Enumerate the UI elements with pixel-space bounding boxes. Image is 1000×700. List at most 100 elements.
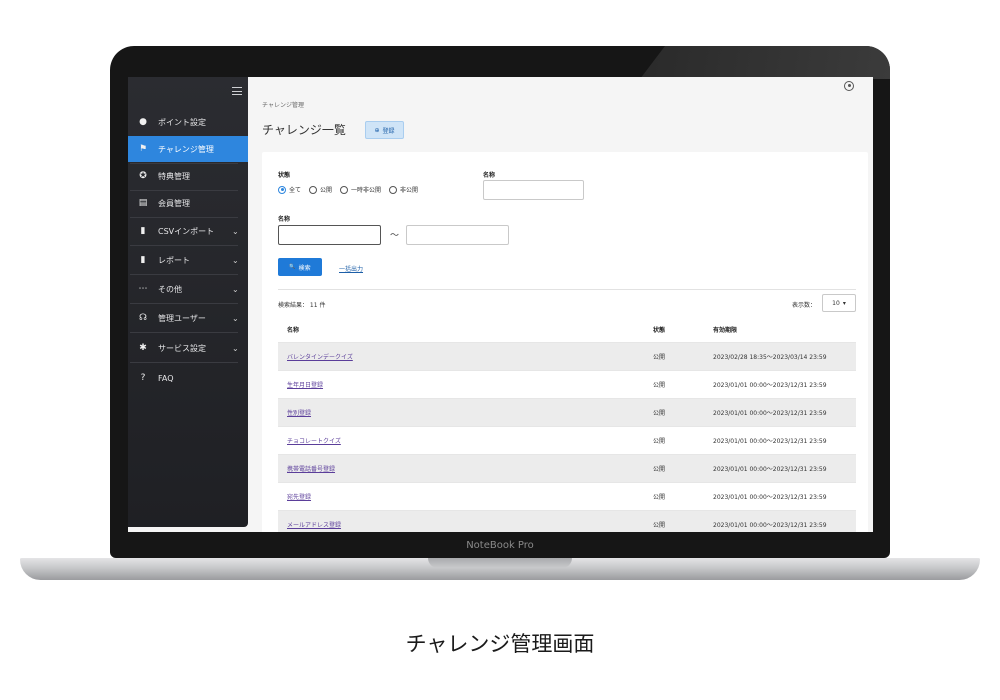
- sidebar-item[interactable]: ▤ 会員管理: [128, 190, 248, 216]
- table-row: 生年月日登録 公開 2023/01/01 00:00～2023/12/31 23:5…: [278, 370, 856, 398]
- hamburger-menu-icon[interactable]: [232, 87, 242, 95]
- challenge-name-link[interactable]: チョコレートクイズ: [278, 436, 653, 445]
- plus-circle-icon: ⊕: [374, 126, 380, 134]
- sidebar-item[interactable]: ✪ 特典管理: [128, 163, 248, 189]
- challenge-period: 2023/01/01 00:00～2023/12/31 23:59: [713, 494, 827, 501]
- page-title: チャレンジ一覧: [262, 123, 346, 137]
- name-filter-input-from[interactable]: [278, 225, 381, 245]
- sidebar-item[interactable]: ? FAQ: [128, 365, 248, 391]
- status-radio-option[interactable]: 非公開: [389, 185, 418, 194]
- search-icon: 🔍: [289, 264, 296, 270]
- name-filter-label: 名称: [278, 216, 291, 223]
- column-header-name: 名称: [287, 327, 300, 334]
- radio-option-label: 一時非公開: [351, 187, 382, 194]
- app-screen: ● ポイント設定 ⚑ チャレンジ管理 ✪ 特典管理 ▤ 会員管理 ▮ CSVインポート ⌄ ▮ レポート…: [128, 77, 873, 532]
- table-body: バレンタインデークイズ 公開 2023/02/28 18:35～2023/03/14…: [278, 342, 856, 532]
- sidebar-item-label: FAQ: [158, 373, 174, 383]
- piggy-bank-icon: ●: [139, 117, 147, 127]
- sidebar-item[interactable]: ▮ CSVインポート ⌄: [128, 218, 248, 244]
- sidebar-item-label: チャレンジ管理: [158, 144, 214, 154]
- chevron-down-icon: ⌄: [232, 284, 239, 294]
- table-row: 性別登録 公開 2023/01/01 00:00～2023/12/31 23:59: [278, 398, 856, 426]
- challenge-name-link[interactable]: 携帯電話番号登録: [278, 464, 653, 473]
- challenge-name-link[interactable]: 生年月日登録: [278, 380, 653, 389]
- challenge-period: 2023/01/01 00:00～2023/12/31 23:59: [713, 438, 827, 445]
- register-button[interactable]: ⊕ 登録: [365, 121, 404, 139]
- chevron-down-icon: ⌄: [232, 313, 239, 323]
- sidebar-divider: [130, 303, 238, 304]
- sidebar-divider: [130, 332, 238, 333]
- id-card-icon: ▤: [138, 198, 148, 208]
- report-icon: ▮: [140, 255, 146, 265]
- table-row: メールアドレス登録 公開 2023/01/01 00:00～2023/12/31 2…: [278, 510, 856, 532]
- radio-option-label: 全て: [289, 187, 302, 194]
- sidebar-item[interactable]: ☊ 管理ユーザー ⌄: [128, 305, 248, 331]
- chevron-down-icon: ⌄: [232, 343, 239, 353]
- sidebar: ● ポイント設定 ⚑ チャレンジ管理 ✪ 特典管理 ▤ 会員管理 ▮ CSVインポート ⌄ ▮ レポート…: [128, 77, 248, 527]
- table-row: バレンタインデークイズ 公開 2023/02/28 18:35～2023/03/14…: [278, 342, 856, 370]
- challenge-status: 公開: [653, 410, 666, 417]
- name-filter-input-right[interactable]: [483, 180, 584, 200]
- challenge-status: 公開: [653, 438, 666, 445]
- image-caption: チャレンジ管理画面: [405, 632, 595, 656]
- sidebar-item-label: その他: [158, 284, 182, 294]
- card-divider: [278, 289, 856, 290]
- status-radio-option[interactable]: 一時非公開: [340, 185, 381, 194]
- challenge-period: 2023/01/01 00:00～2023/12/31 23:59: [713, 382, 827, 389]
- table-row: チョコレートクイズ 公開 2023/01/01 00:00～2023/12/31 2…: [278, 426, 856, 454]
- flag-icon: ⚑: [138, 144, 148, 154]
- status-radio-option[interactable]: 公開: [309, 185, 332, 194]
- sidebar-item[interactable]: ▮ レポート ⌄: [128, 247, 248, 273]
- award-icon: ✪: [139, 171, 147, 181]
- bulk-export-link[interactable]: 一括出力: [339, 264, 363, 273]
- radio-button-icon: [340, 185, 349, 194]
- column-header-status: 状態: [653, 327, 666, 334]
- question-icon: ?: [140, 373, 146, 383]
- challenge-name-link[interactable]: バレンタインデークイズ: [278, 352, 653, 361]
- challenge-period: 2023/01/01 00:00～2023/12/31 23:59: [713, 522, 827, 529]
- lid-reflection: [640, 46, 890, 79]
- challenge-period: 2023/01/01 00:00～2023/12/31 23:59: [713, 466, 827, 473]
- search-button-label: 検索: [298, 264, 311, 272]
- challenge-period: 2023/02/28 18:35～2023/03/14 23:59: [713, 354, 827, 361]
- sidebar-divider: [130, 362, 238, 363]
- chevron-down-icon: ⌄: [232, 255, 239, 265]
- radio-option-label: 非公開: [400, 187, 419, 194]
- sidebar-item[interactable]: ⚑ チャレンジ管理: [128, 136, 248, 162]
- sidebar-item[interactable]: ⋯ その他 ⌄: [128, 276, 248, 302]
- status-radio-group: 全て 公開 一時非公開 非公開: [278, 185, 418, 194]
- sidebar-divider: [130, 245, 238, 246]
- per-page-select[interactable]: 10 ▾: [822, 294, 856, 312]
- chevron-down-icon: ⌄: [232, 226, 239, 236]
- chevron-down-icon: ▾: [842, 299, 846, 307]
- sidebar-divider: [130, 274, 238, 275]
- search-button[interactable]: 🔍 検索: [278, 258, 322, 276]
- radio-button-icon: [278, 185, 286, 194]
- per-page-label: 表示数：: [792, 302, 817, 309]
- sidebar-item[interactable]: ● ポイント設定: [128, 109, 248, 135]
- challenge-status: 公開: [653, 354, 666, 361]
- challenge-name-link[interactable]: メールアドレス登録: [278, 520, 653, 529]
- device-model-label: NoteBook Pro: [466, 540, 534, 551]
- challenge-name-link[interactable]: 性別登録: [278, 408, 653, 417]
- radio-option-label: 公開: [320, 187, 333, 194]
- challenge-period: 2023/01/01 00:00～2023/12/31 23:59: [713, 410, 827, 417]
- table-row: 宛先登録 公開 2023/01/01 00:00～2023/12/31 23:59: [278, 482, 856, 510]
- sidebar-item-label: ポイント設定: [158, 117, 206, 127]
- headset-icon: ☊: [139, 313, 147, 323]
- result-count: 検索結果： 11 件: [278, 302, 326, 309]
- name-filter-input-to[interactable]: [406, 225, 509, 245]
- status-radio-option[interactable]: 全て: [278, 185, 301, 194]
- challenge-status: 公開: [653, 466, 666, 473]
- sidebar-item-label: レポート: [158, 255, 190, 265]
- user-account-icon[interactable]: [844, 81, 854, 91]
- challenge-name-link[interactable]: 宛先登録: [278, 492, 653, 501]
- status-filter-label: 状態: [278, 172, 291, 179]
- sidebar-item-label: CSVインポート: [158, 226, 215, 236]
- sidebar-item-label: サービス設定: [158, 343, 206, 353]
- breadcrumb: チャレンジ管理: [262, 102, 304, 109]
- sidebar-item[interactable]: ✱ サービス設定 ⌄: [128, 335, 248, 361]
- challenge-table: 名称 状態 有効期限 バレンタインデークイズ 公開 2023/02/28 18:35…: [278, 317, 856, 532]
- table-row: 携帯電話番号登録 公開 2023/01/01 00:00～2023/12/31 23…: [278, 454, 856, 482]
- table-header: 名称 状態 有効期限: [278, 317, 856, 342]
